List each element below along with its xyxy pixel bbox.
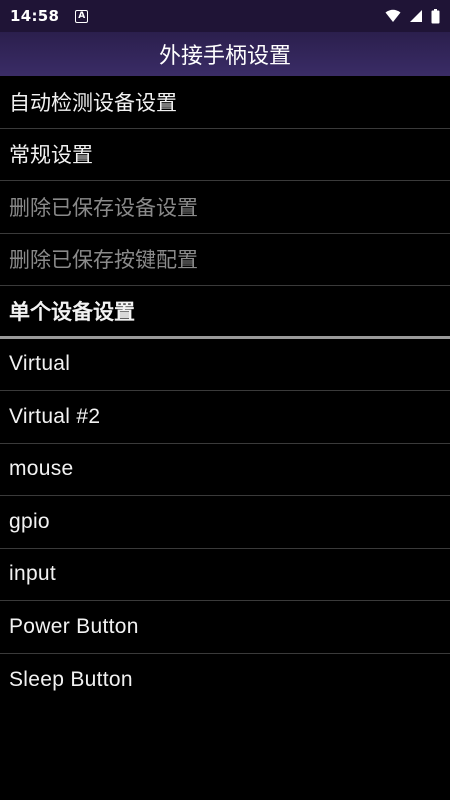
device-item-virtual-2[interactable]: Virtual #2 xyxy=(0,391,450,444)
notification-icon: A xyxy=(75,9,89,23)
delete-saved-key-config-item: 删除已保存按键配置 xyxy=(0,234,450,286)
device-item-gpio[interactable]: gpio xyxy=(0,496,450,549)
signal-icon xyxy=(409,9,423,23)
section-header: 单个设备设置 xyxy=(0,286,450,339)
device-label: gpio xyxy=(9,509,50,533)
device-label: Power Button xyxy=(9,614,139,638)
title-bar: 外接手柄设置 xyxy=(0,32,450,76)
settings-list: 自动检测设备设置 常规设置 删除已保存设备设置 删除已保存按键配置 单个设备设置… xyxy=(0,76,450,706)
device-item-sleep-button[interactable]: Sleep Button xyxy=(0,654,450,707)
list-item-label: 删除已保存按键配置 xyxy=(9,248,198,273)
device-item-mouse[interactable]: mouse xyxy=(0,444,450,496)
list-item-label: 常规设置 xyxy=(9,143,93,168)
general-settings-item[interactable]: 常规设置 xyxy=(0,129,450,181)
device-label: input xyxy=(9,562,57,586)
device-label: mouse xyxy=(9,457,74,481)
section-header-label: 单个设备设置 xyxy=(9,299,135,324)
page-title: 外接手柄设置 xyxy=(158,44,291,69)
wifi-icon xyxy=(385,9,401,23)
screen: 14:58 A 外接手柄设置 自动检测设备设置 常规设置 删除已保存设备设置 删… xyxy=(0,0,450,800)
battery-icon xyxy=(431,8,440,24)
device-item-virtual[interactable]: Virtual xyxy=(0,339,450,391)
notification-letter: A xyxy=(78,10,86,21)
device-label: Virtual #2 xyxy=(9,404,101,428)
delete-saved-device-settings-item: 删除已保存设备设置 xyxy=(0,181,450,234)
auto-detect-settings-item[interactable]: 自动检测设备设置 xyxy=(0,76,450,129)
list-item-label: 删除已保存设备设置 xyxy=(9,195,198,220)
list-item-label: 自动检测设备设置 xyxy=(9,90,177,115)
device-item-input[interactable]: input xyxy=(0,549,450,601)
device-item-power-button[interactable]: Power Button xyxy=(0,601,450,654)
status-bar: 14:58 A xyxy=(0,0,450,32)
device-label: Virtual xyxy=(9,352,71,376)
status-icons xyxy=(385,8,440,24)
status-time: 14:58 xyxy=(10,7,60,25)
device-label: Sleep Button xyxy=(9,667,133,691)
